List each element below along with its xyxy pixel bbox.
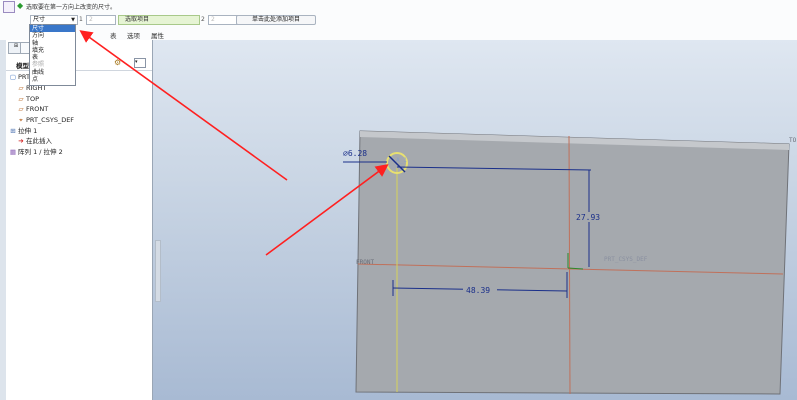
option-direction[interactable]: 方向	[30, 32, 75, 39]
option-reference: 参照	[32, 61, 45, 69]
pattern-type-list: 尺寸 方向 轴 填充 表 参照 曲线 点	[29, 24, 76, 86]
option-curve[interactable]: 曲线	[30, 69, 75, 76]
red-arrow-to-dropdown	[79, 30, 288, 181]
option-point[interactable]: 点	[30, 76, 75, 83]
option-axis[interactable]: 轴	[30, 40, 75, 47]
annotation-overlay	[79, 30, 389, 256]
red-arrow-to-dimension	[265, 164, 389, 256]
